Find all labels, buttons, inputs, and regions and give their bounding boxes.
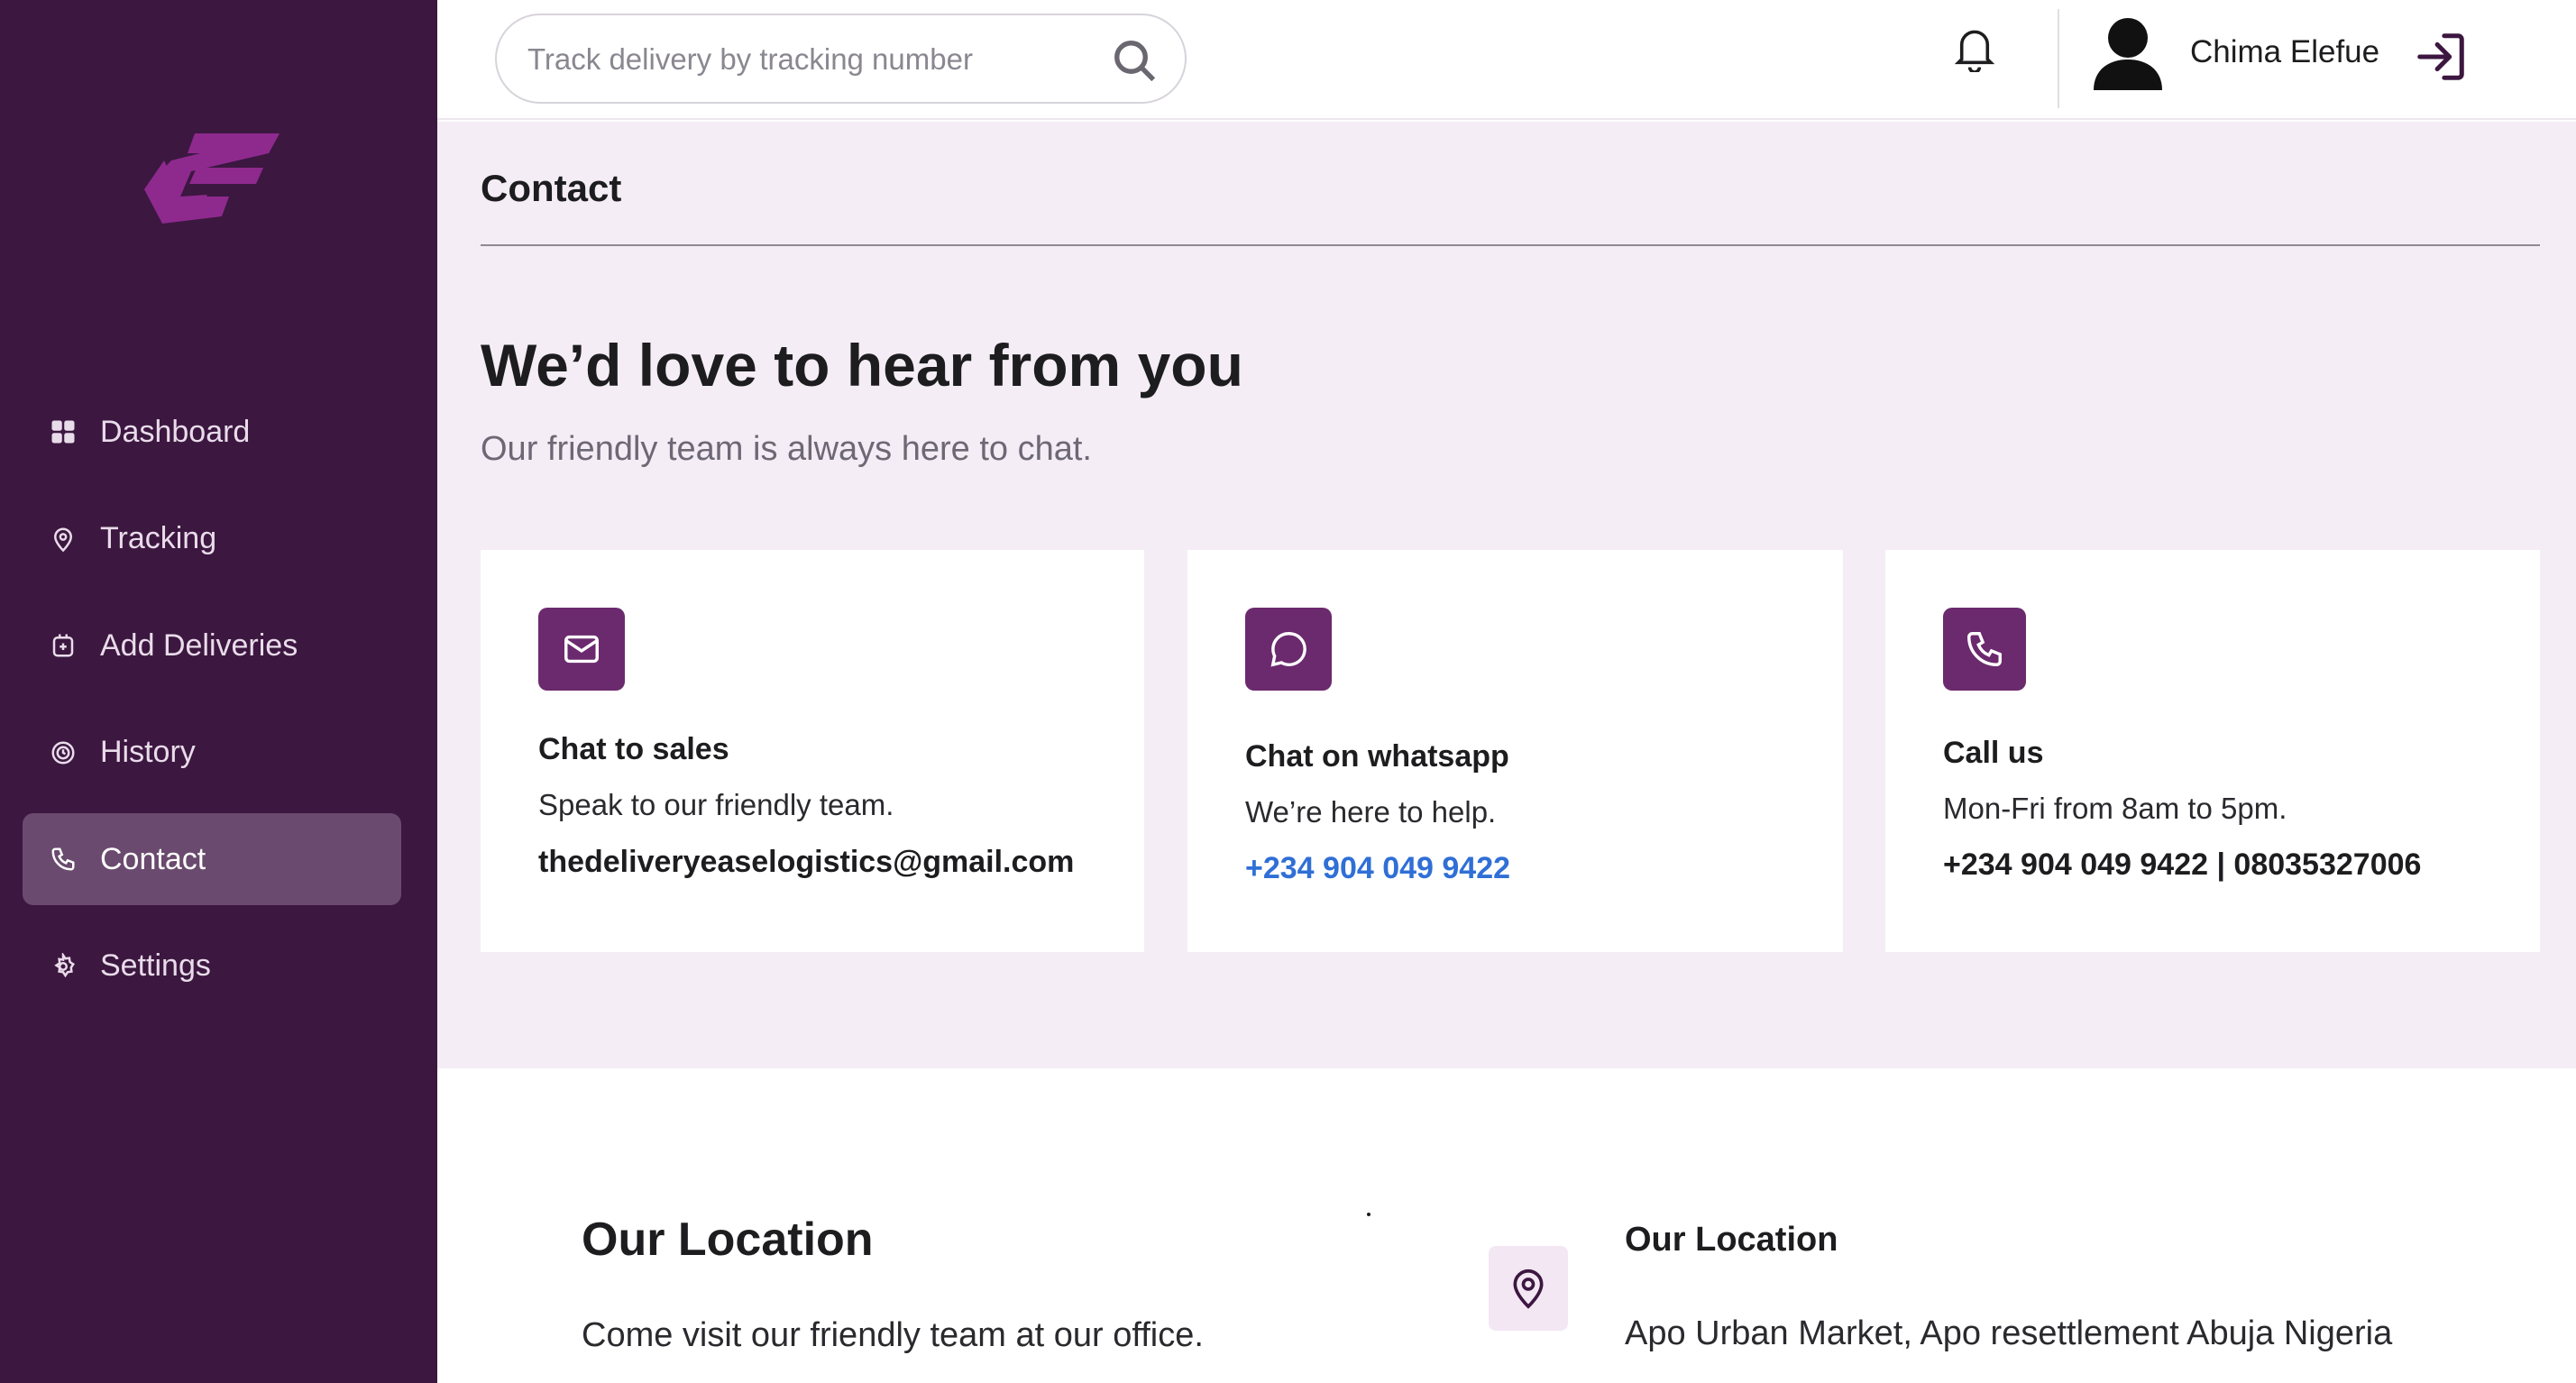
card-text: Mon-Fri from 8am to 5pm. bbox=[1943, 792, 2287, 825]
card-title: Chat to sales bbox=[538, 732, 729, 766]
phone-icon bbox=[50, 846, 77, 873]
card-text: Speak to our friendly team. bbox=[538, 788, 894, 821]
contact-card-call: Call us Mon-Fri from 8am to 5pm. +234 90… bbox=[1885, 550, 2540, 952]
sidebar-item-dashboard[interactable]: Dashboard bbox=[23, 386, 401, 478]
sidebar-item-label: Settings bbox=[100, 948, 211, 983]
contact-main: Contact We’d love to hear from you Our f… bbox=[437, 122, 2576, 1068]
sidebar-item-label: History bbox=[100, 735, 196, 769]
sidebar-item-history[interactable]: History bbox=[23, 707, 401, 799]
phone-icon bbox=[1943, 608, 2026, 691]
sidebar-item-add-deliveries[interactable]: Add Deliveries bbox=[23, 600, 401, 692]
sidebar-item-label: Tracking bbox=[100, 521, 217, 555]
card-title: Chat on whatsapp bbox=[1245, 739, 1509, 774]
avatar[interactable] bbox=[2092, 14, 2164, 90]
hero-subtext: Our friendly team is always here to chat… bbox=[481, 430, 1092, 468]
sidebar-item-label: Add Deliveries bbox=[100, 627, 298, 663]
notification-bell-icon[interactable] bbox=[1955, 27, 1994, 72]
chat-bubble-icon bbox=[1245, 608, 1332, 691]
card-text: We’re here to help. bbox=[1245, 795, 1497, 829]
location-detail-heading: Our Location bbox=[1625, 1221, 1838, 1259]
title-divider bbox=[481, 244, 2540, 246]
hero-heading: We’d love to hear from you bbox=[481, 332, 1243, 398]
search-input[interactable] bbox=[527, 33, 1086, 86]
sidebar-nav: Dashboard Tracking Add Deliveries Histor… bbox=[23, 386, 401, 1027]
mail-icon bbox=[538, 608, 625, 691]
sidebar-item-tracking[interactable]: Tracking bbox=[23, 493, 401, 585]
contact-card-whatsapp: Chat on whatsapp We’re here to help. +23… bbox=[1187, 550, 1843, 952]
location-pin-icon bbox=[50, 526, 77, 553]
header-divider bbox=[2058, 9, 2059, 108]
location-text: Come visit our friendly team at our offi… bbox=[582, 1316, 1204, 1354]
add-delivery-icon bbox=[50, 632, 77, 659]
gear-icon bbox=[50, 952, 77, 980]
logout-icon[interactable] bbox=[2412, 29, 2470, 85]
card-title: Call us bbox=[1943, 736, 2044, 770]
sidebar-item-label: Dashboard bbox=[100, 414, 251, 449]
history-icon bbox=[50, 739, 77, 766]
sidebar-item-contact[interactable]: Contact bbox=[23, 813, 401, 905]
contact-card-sales: Chat to sales Speak to our friendly team… bbox=[481, 550, 1144, 952]
sidebar: Dashboard Tracking Add Deliveries Histor… bbox=[0, 0, 437, 1383]
search-bar bbox=[495, 14, 1187, 104]
dashboard-grid-icon bbox=[50, 418, 77, 445]
page-title: Contact bbox=[481, 167, 622, 209]
sidebar-item-settings[interactable]: Settings bbox=[23, 920, 401, 1012]
whatsapp-number-link[interactable]: +234 904 049 9422 bbox=[1245, 851, 1510, 886]
logo-icon bbox=[144, 133, 280, 224]
location-pin-icon bbox=[1489, 1246, 1568, 1331]
brand-logo[interactable] bbox=[144, 133, 280, 229]
location-address: Apo Urban Market, Apo resettlement Abuja… bbox=[1625, 1314, 2393, 1352]
user-name[interactable]: Chima Elefue bbox=[2190, 34, 2379, 70]
location-heading: Our Location bbox=[582, 1214, 874, 1266]
phone-numbers[interactable]: +234 904 049 9422 | 08035327006 bbox=[1943, 847, 2421, 883]
sidebar-item-label: Contact bbox=[100, 841, 206, 876]
search-icon[interactable] bbox=[1111, 37, 1160, 86]
sales-email[interactable]: thedeliveryeaselogistics@gmail.com bbox=[538, 845, 1074, 880]
top-bar: Chima Elefue bbox=[437, 0, 2576, 120]
decorative-dot bbox=[1367, 1213, 1371, 1216]
